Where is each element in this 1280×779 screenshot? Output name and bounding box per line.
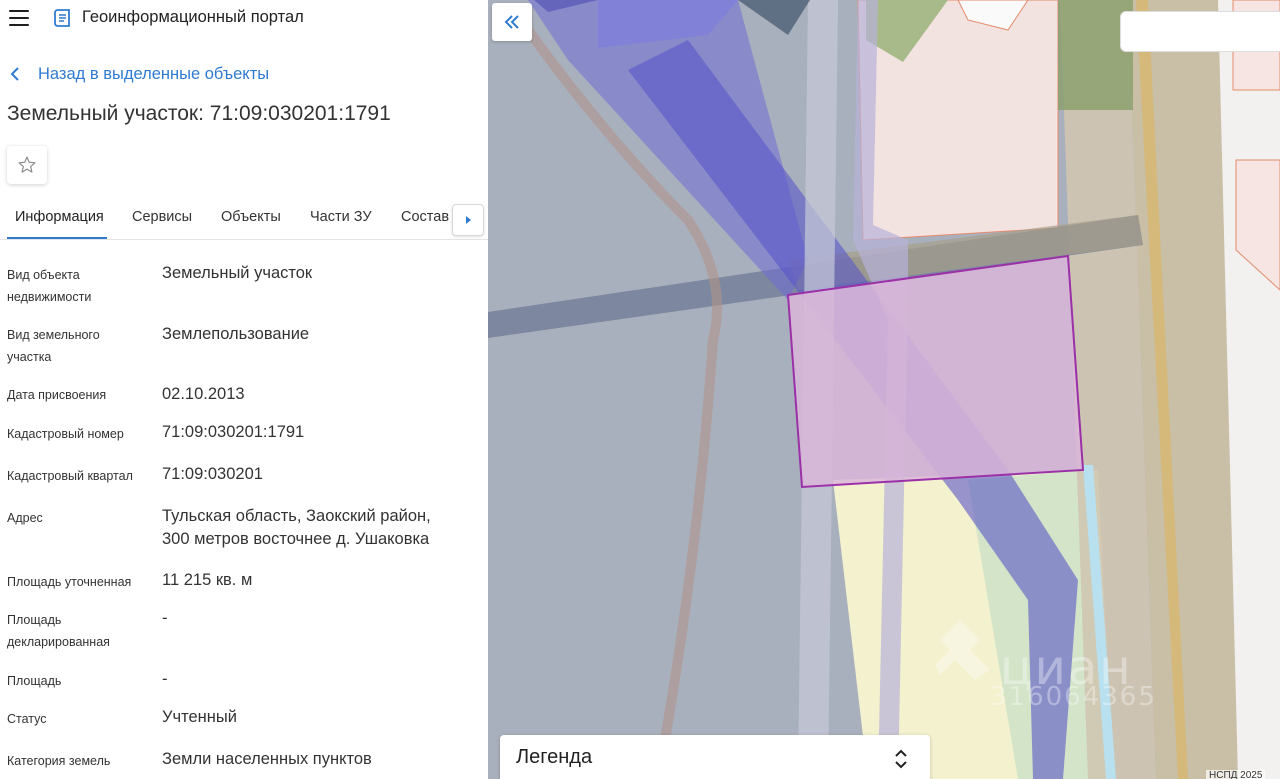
info-value: Земельный участок bbox=[162, 264, 313, 282]
collapse-panel-button[interactable] bbox=[492, 3, 532, 41]
double-chevron-left-icon bbox=[504, 15, 519, 29]
tab-composition[interactable]: Состав bbox=[401, 209, 449, 225]
map-search-box[interactable] bbox=[1120, 11, 1280, 52]
tabs-scroll-right-button[interactable] bbox=[452, 204, 484, 236]
portal-logo-icon bbox=[52, 8, 72, 28]
map-view[interactable] bbox=[488, 0, 1280, 779]
object-tabs: Информация Сервисы Объекты Части ЗУ Сост… bbox=[0, 200, 488, 240]
info-label: Кадастровый номер bbox=[7, 427, 124, 441]
info-label: Вид земельного участка bbox=[7, 328, 100, 364]
info-label: Вид объекта недвижимости bbox=[7, 268, 92, 304]
info-value: 71:09:030201:1791 bbox=[162, 423, 305, 441]
object-title: Земельный участок: 71:09:030201:1791 bbox=[7, 102, 391, 125]
map-copyright: НСПД 2025 bbox=[1206, 770, 1266, 779]
legend-panel[interactable]: Легенда bbox=[500, 735, 930, 779]
tab-information[interactable]: Информация bbox=[15, 209, 104, 225]
map-canvas bbox=[488, 0, 1280, 779]
info-label: Площадь декларированная bbox=[7, 613, 110, 649]
watermark-id: 316064365 bbox=[990, 682, 1157, 712]
chevron-up-down-icon[interactable] bbox=[892, 747, 910, 771]
info-value: Землепользование bbox=[162, 325, 310, 343]
back-link-label: Назад в выделенные объекты bbox=[38, 64, 270, 83]
app-title: Геоинформационный портал bbox=[82, 8, 304, 26]
info-label: Площадь уточненная bbox=[7, 575, 132, 589]
info-label: Площадь bbox=[7, 674, 62, 688]
hamburger-menu-icon[interactable] bbox=[9, 10, 29, 26]
info-value: - bbox=[162, 670, 168, 688]
info-label: Категория земель bbox=[7, 754, 111, 768]
info-label: Статус bbox=[7, 712, 47, 726]
back-to-selected-link[interactable]: Назад в выделенные объекты bbox=[10, 63, 269, 85]
info-label: Кадастровый квартал bbox=[7, 469, 133, 483]
top-bar: Геоинформационный портал bbox=[0, 0, 488, 38]
info-value-address: Тульская область, Заокский район, 300 ме… bbox=[162, 507, 431, 548]
map-search-input[interactable] bbox=[1121, 12, 1280, 51]
info-value: 02.10.2013 bbox=[162, 385, 245, 403]
info-label: Адрес bbox=[7, 511, 43, 525]
legend-title: Легенда bbox=[516, 746, 593, 768]
active-tab-indicator bbox=[7, 237, 107, 239]
tab-objects[interactable]: Объекты bbox=[221, 209, 281, 225]
info-value: 11 215 кв. м bbox=[162, 571, 253, 589]
info-panel: Геоинформационный портал Назад в выделен… bbox=[0, 0, 488, 779]
info-value: - bbox=[162, 609, 168, 627]
favorite-button[interactable] bbox=[7, 146, 47, 184]
chevron-left-icon bbox=[10, 63, 24, 85]
tab-services[interactable]: Сервисы bbox=[132, 209, 192, 225]
info-label: Дата присвоения bbox=[7, 388, 107, 402]
caret-right-icon bbox=[466, 216, 471, 224]
info-value: 71:09:030201 bbox=[162, 465, 263, 483]
map-parcel bbox=[786, 254, 1085, 489]
info-value: Учтенный bbox=[162, 708, 237, 726]
star-outline-icon bbox=[18, 156, 36, 173]
tab-parcel-parts[interactable]: Части ЗУ bbox=[310, 209, 372, 225]
info-value: Земли населенных пунктов bbox=[162, 750, 372, 768]
